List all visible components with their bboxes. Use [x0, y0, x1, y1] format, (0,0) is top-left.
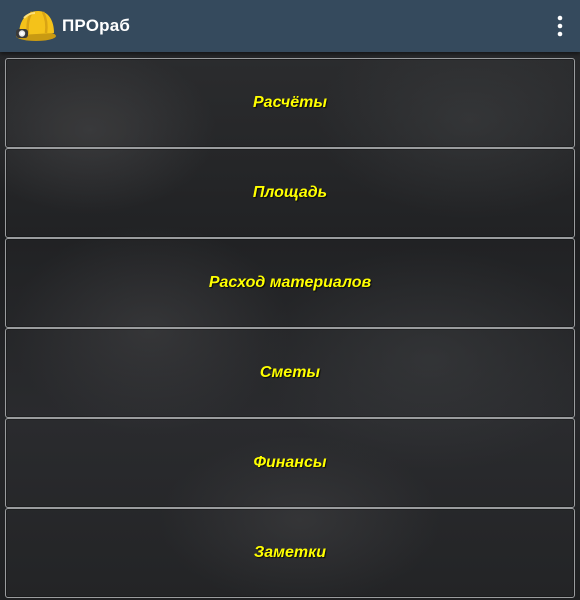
menu-item-notes[interactable]: Заметки	[5, 508, 575, 598]
menu-item-label: Расход материалов	[208, 274, 372, 291]
hard-hat-icon	[16, 11, 56, 41]
menu-item-label: Расчёты	[253, 94, 327, 111]
menu-item-area[interactable]: Площадь	[5, 148, 575, 238]
app-title: ПРОраб	[62, 16, 131, 35]
menu-item-label: Заметки	[253, 544, 327, 561]
menu-item-finances[interactable]: Финансы	[5, 418, 575, 508]
main-menu: Расчёты Площадь Расход материалов Сметы …	[5, 58, 575, 598]
overflow-menu-button[interactable]	[540, 0, 580, 52]
menu-item-label: Финансы	[253, 454, 327, 471]
menu-item-label: Сметы	[259, 364, 321, 381]
menu-item-label: Площадь	[252, 184, 328, 201]
app-toolbar: ПРОраб	[0, 0, 580, 52]
menu-item-calculations[interactable]: Расчёты	[5, 58, 575, 148]
more-vert-icon	[557, 15, 563, 37]
menu-item-materials-usage[interactable]: Расход материалов	[5, 238, 575, 328]
app-screen: ПРОраб Расчёты Площадь Расход материалов…	[0, 0, 580, 600]
menu-item-estimates[interactable]: Сметы	[5, 328, 575, 418]
